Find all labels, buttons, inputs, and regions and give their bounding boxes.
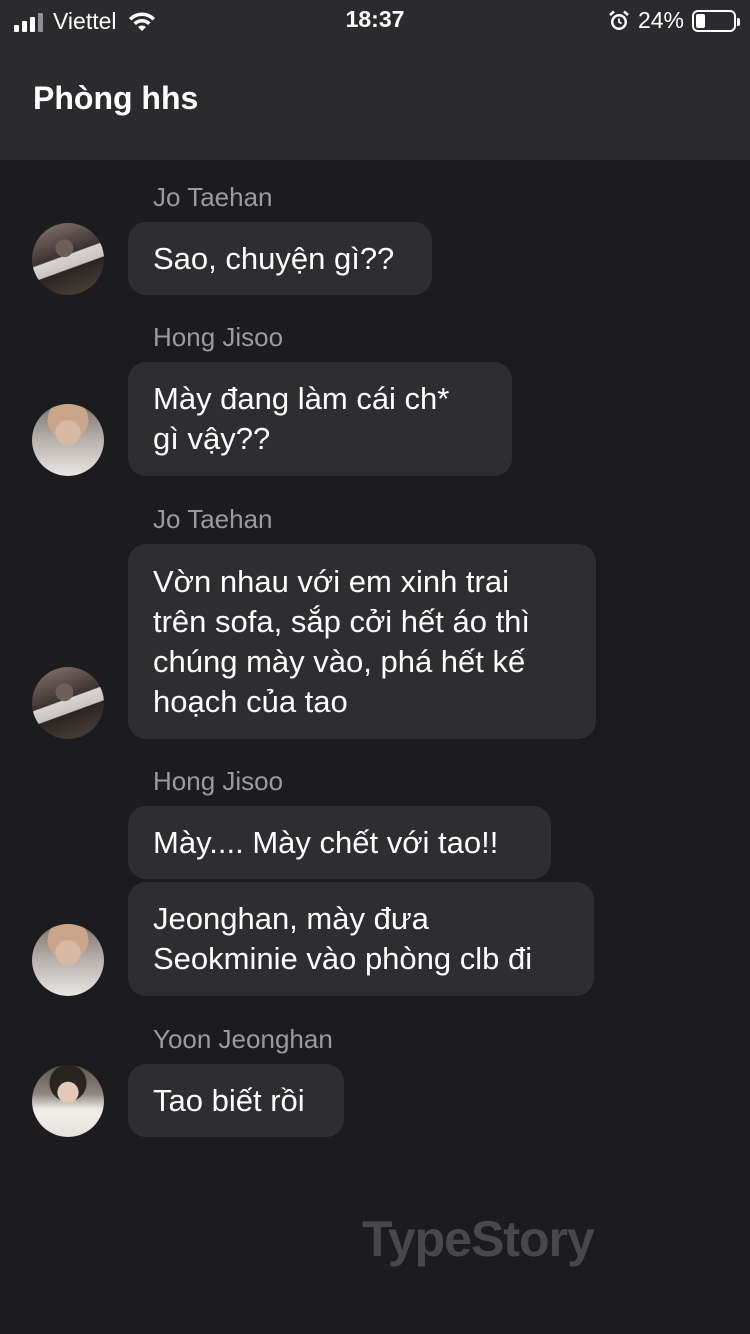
avatar-hong-jisoo[interactable] (32, 924, 104, 996)
message-line: trên sofa, sắp cởi hết áo thì (153, 603, 531, 639)
battery-nub (737, 17, 740, 26)
message-line: Seokminie vào phòng clb đi (153, 941, 533, 976)
avatar-jo-taehan[interactable] (32, 223, 104, 295)
message-line: chúng mày vào, phá hết kế (153, 643, 526, 679)
message-line: hoạch của tao (153, 683, 348, 719)
sender-name: Yoon Jeonghan (153, 1024, 333, 1054)
avatar-hong-jisoo[interactable] (32, 404, 104, 476)
chat-area[interactable]: Jo Taehan Sao, chuyện gì?? Hong Jisoo Mà… (0, 160, 750, 1334)
battery-fill (696, 13, 705, 28)
message-line: Vờn nhau với em xinh trai (153, 563, 509, 599)
sender-name: Jo Taehan (153, 504, 273, 534)
message-line: Mày đang làm cái ch* (153, 381, 450, 416)
message-bubble[interactable]: Tao biết rồi (128, 1064, 344, 1137)
sender-name: Hong Jisoo (153, 322, 284, 352)
message-text: Tao biết rồi (153, 1082, 305, 1118)
battery-icon (692, 9, 740, 32)
message-line: Jeonghan, mày đưa (153, 901, 429, 936)
message-bubble[interactable]: Mày đang làm cái ch* gì vậy?? (128, 362, 512, 476)
message-text: Sao, chuyện gì?? (153, 240, 395, 276)
message-bubble[interactable]: Mày.... Mày chết với tao!! (128, 806, 551, 879)
chat-title: Phòng hhs (33, 80, 199, 116)
chat-header: Phòng hhs (0, 40, 750, 160)
alarm-icon (609, 10, 629, 30)
sender-name: Hong Jisoo (153, 766, 284, 796)
status-bar: Viettel 18:37 24% (0, 0, 750, 40)
sender-name: Jo Taehan (153, 182, 273, 212)
avatar-yoon-jeonghan[interactable] (32, 1065, 104, 1137)
status-bar-right: 24% (608, 7, 740, 34)
message-text: Mày.... Mày chết với tao!! (153, 824, 499, 860)
watermark-logo: TypeStory (362, 1211, 595, 1267)
message-bubble[interactable]: Jeonghan, mày đưa Seokminie vào phòng cl… (128, 882, 594, 996)
message-bubble[interactable]: Vờn nhau với em xinh trai trên sofa, sắp… (128, 544, 596, 739)
battery-percent: 24% (637, 7, 684, 33)
message-bubble[interactable]: Sao, chuyện gì?? (128, 222, 432, 295)
message-line: gì vậy?? (153, 421, 271, 456)
avatar-jo-taehan[interactable] (32, 667, 104, 739)
